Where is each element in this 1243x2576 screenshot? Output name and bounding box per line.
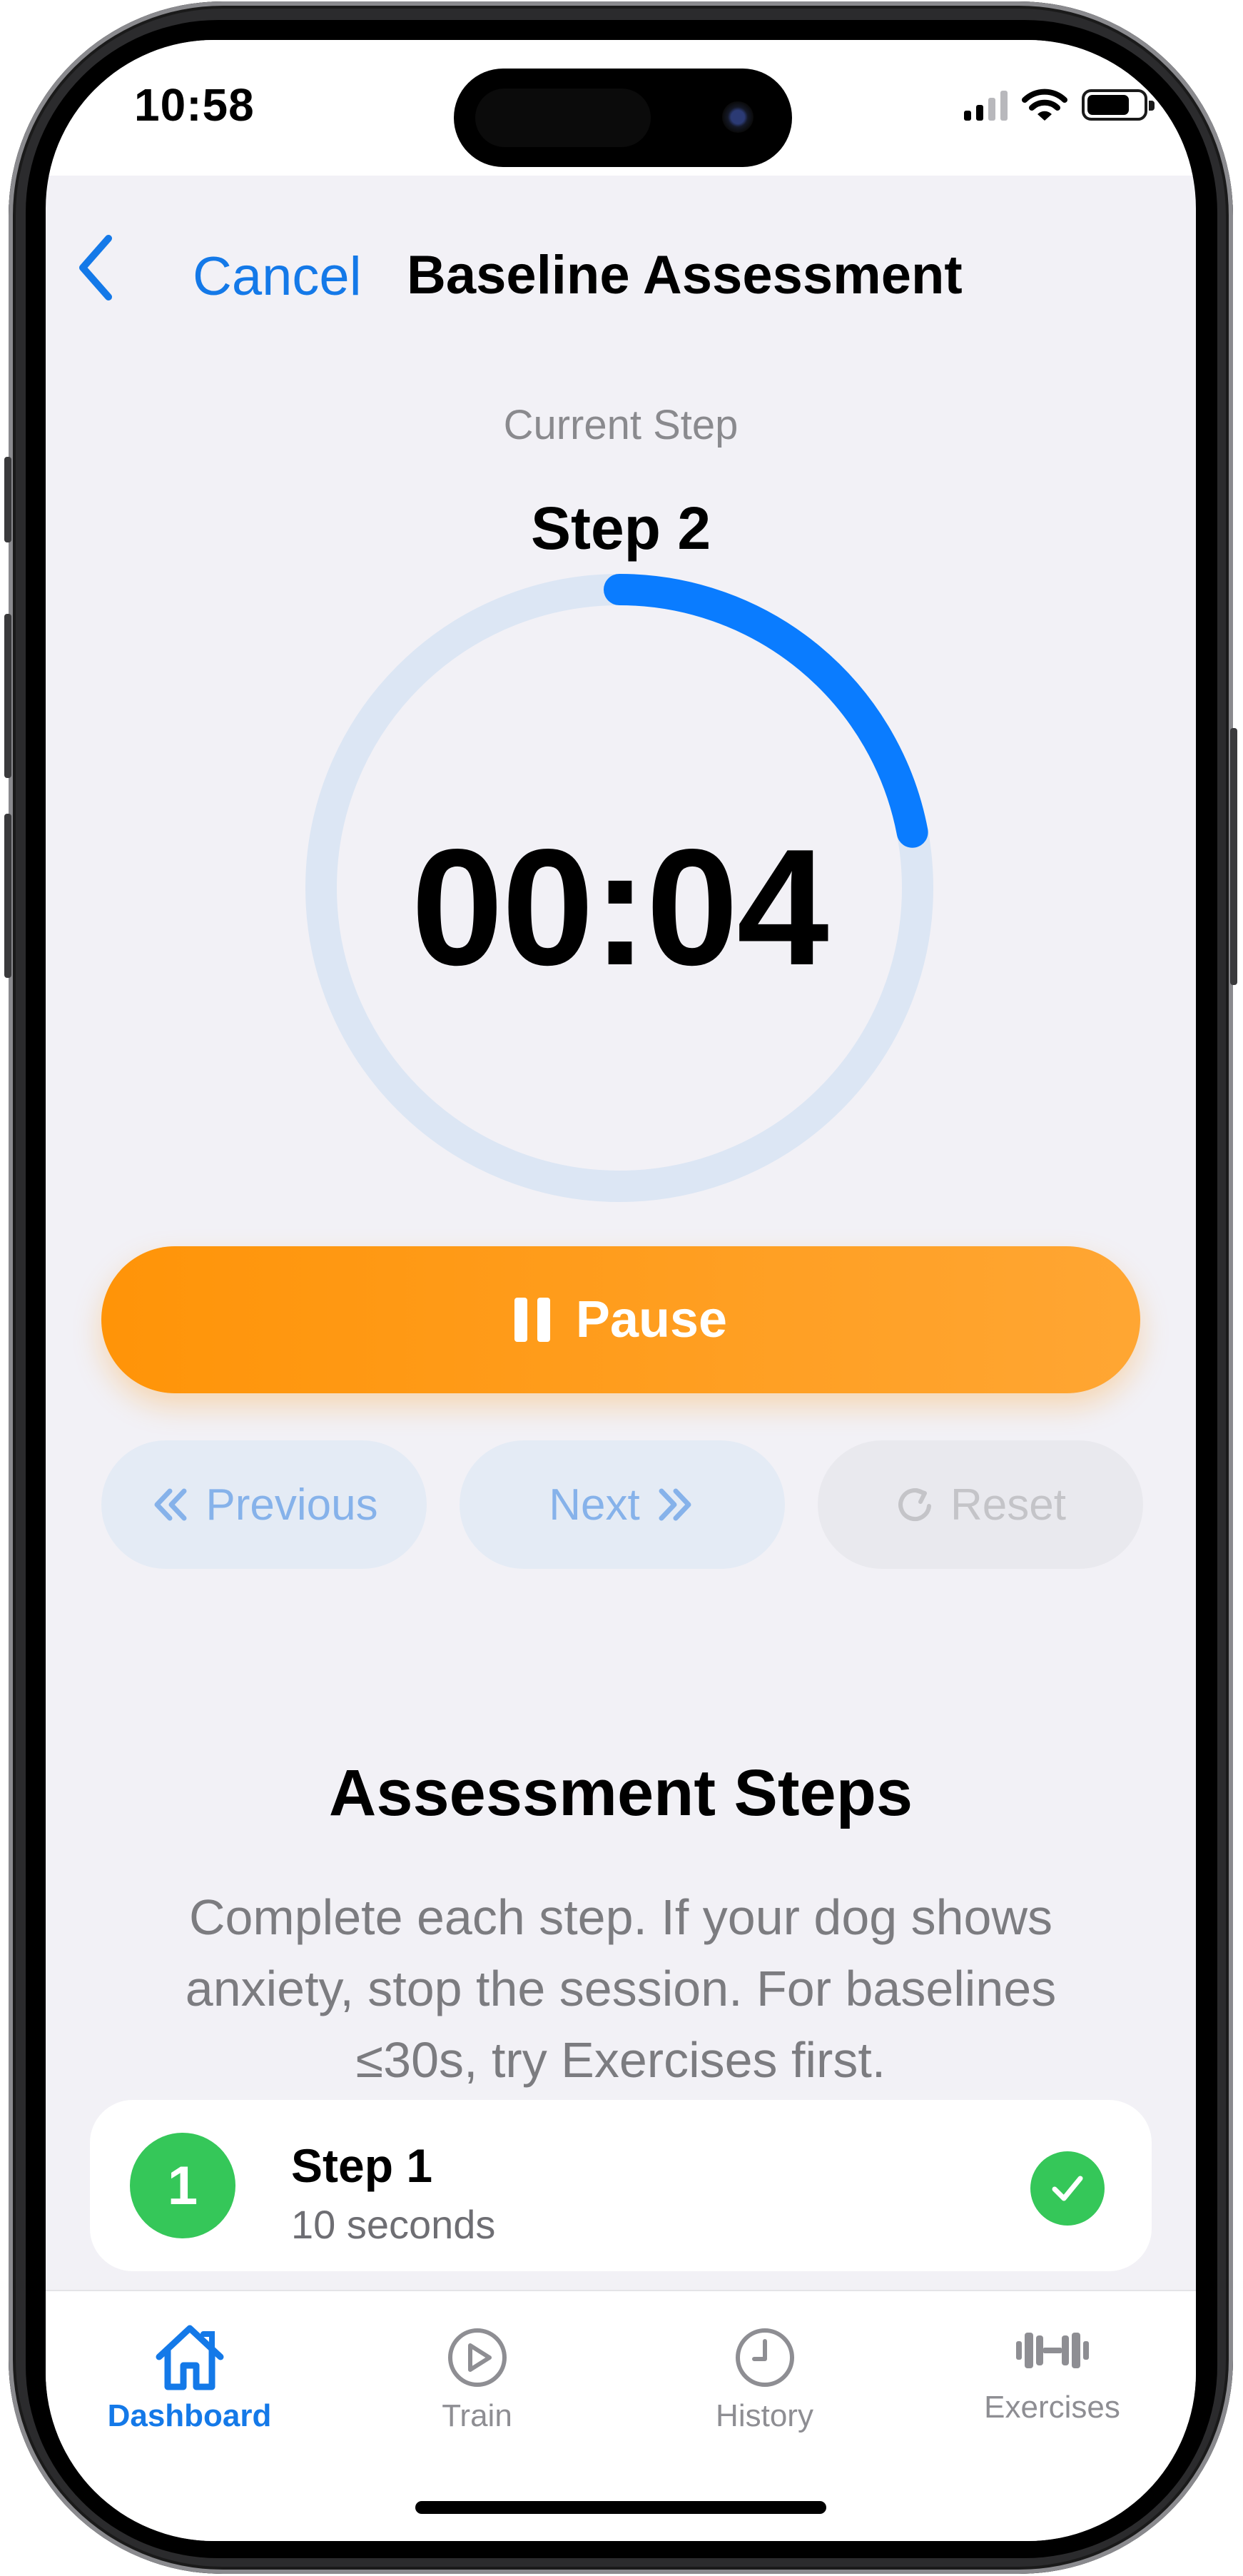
current-step-label: Current Step (503, 402, 739, 448)
next-button-label: Next (549, 1480, 640, 1530)
dynamic-island (454, 69, 792, 167)
wifi-icon (1022, 89, 1067, 121)
status-bar: 10:58 (46, 40, 1196, 176)
next-button[interactable]: Next (460, 1440, 785, 1569)
timer-display: 00:04 (411, 815, 828, 1000)
back-chevron-icon[interactable] (67, 228, 124, 307)
face-id-sensor (475, 89, 651, 147)
house-icon (156, 2325, 223, 2390)
battery-icon (1082, 89, 1155, 121)
volume-up-button (4, 614, 11, 778)
assessment-description: Complete each step. If your dog shows an… (185, 1889, 1057, 2088)
home-indicator[interactable] (415, 2501, 826, 2514)
previous-button-label: Previous (206, 1480, 378, 1530)
pause-button[interactable]: Pause (101, 1246, 1140, 1393)
double-chevron-right-icon (659, 1488, 691, 1521)
tab-label: Train (442, 2398, 512, 2433)
step-name: Step 1 (291, 2139, 433, 2192)
page-title: Baseline Assessment (407, 245, 963, 305)
tab-label: Exercises (984, 2390, 1120, 2425)
pause-icon (514, 1298, 550, 1342)
current-step-title: Step 2 (530, 495, 711, 562)
tab-history[interactable]: History (621, 2291, 908, 2463)
status-time: 10:58 (134, 79, 255, 131)
reset-arrow-icon (898, 1488, 932, 1522)
screen: 10:58 Cancel Baseline Assessment Current… (46, 40, 1196, 2541)
volume-down-button (4, 814, 11, 978)
previous-button[interactable]: Previous (101, 1440, 427, 1569)
play-circle-icon (447, 2328, 507, 2387)
step-duration: 10 seconds (291, 2202, 496, 2247)
tab-exercises[interactable]: Exercises (908, 2291, 1196, 2463)
step-row[interactable]: 1 Step 1 10 seconds (90, 2100, 1152, 2271)
step-number-badge: 1 (130, 2133, 235, 2238)
dumbbell-icon (1015, 2333, 1089, 2368)
cellular-signal-icon (964, 89, 1008, 121)
tab-label: History (716, 2398, 813, 2433)
assessment-steps-heading: Assessment Steps (328, 1757, 913, 1829)
power-button (1230, 728, 1237, 985)
tab-label: Dashboard (107, 2398, 272, 2433)
pause-button-label: Pause (575, 1291, 728, 1348)
front-camera (722, 101, 754, 133)
reset-button[interactable]: Reset (818, 1440, 1143, 1569)
reset-button-label: Reset (950, 1480, 1066, 1530)
cancel-button[interactable]: Cancel (193, 246, 362, 308)
tab-train[interactable]: Train (333, 2291, 621, 2463)
clock-icon (735, 2328, 794, 2387)
tab-dashboard[interactable]: Dashboard (46, 2291, 333, 2463)
checkmark-icon (1030, 2151, 1105, 2226)
status-icons (964, 87, 1155, 123)
double-chevron-left-icon (154, 1488, 187, 1521)
action-button (4, 457, 11, 542)
